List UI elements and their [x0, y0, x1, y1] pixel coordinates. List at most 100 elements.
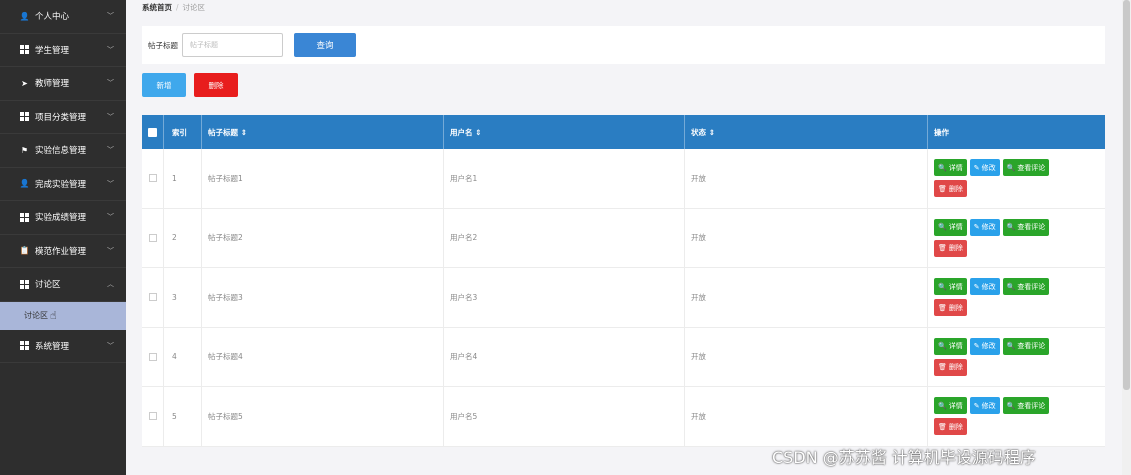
header-username[interactable]: 用户名 ⇕	[444, 115, 685, 149]
sidebar-item-label: 模范作业管理	[35, 246, 87, 257]
clipboard-icon: 📋	[19, 246, 30, 256]
op-label: 删除	[948, 244, 963, 253]
row-delete-button[interactable]: 🗑 删除	[934, 358, 967, 376]
cell-status: 开放	[685, 208, 928, 267]
sidebar-item-model-homework[interactable]: 📋 模范作业管理 ﹀	[0, 235, 126, 268]
sidebar-item-label: 教师管理	[35, 79, 70, 90]
row-delete-button[interactable]: 🗑 删除	[934, 418, 967, 436]
op-label: 查看评论	[1017, 342, 1046, 351]
view-comments-button[interactable]: 🔍 查看评论	[1002, 218, 1050, 236]
detail-button[interactable]: 🔍 详情	[934, 278, 967, 296]
cell-title: 帖子标题5	[202, 387, 444, 446]
op-label: 详情	[948, 282, 963, 291]
edit-button[interactable]: ✎ 修改	[969, 337, 1000, 355]
user-icon: 👤	[19, 11, 30, 21]
header-status[interactable]: 状态 ⇕	[685, 115, 928, 149]
ops-line: 🔍 详情 ✎ 修改 🔍 查看评论	[934, 159, 1050, 177]
cell-title: 帖子标题4	[202, 327, 444, 386]
grid-icon	[20, 45, 29, 55]
chevron-down-icon: ﹀	[107, 246, 114, 255]
op-label: 删除	[948, 303, 963, 312]
row-checkbox[interactable]	[148, 352, 157, 361]
chevron-down-icon: ﹀	[107, 79, 114, 88]
grid-icon	[20, 212, 29, 222]
sidebar-item-personal-center[interactable]: 👤 个人中心 ﹀	[0, 0, 126, 34]
detail-button[interactable]: 🔍 详情	[934, 218, 967, 236]
op-label: 修改	[981, 282, 996, 291]
trash-icon: 🗑	[938, 244, 947, 253]
cell-username: 用户名5	[444, 387, 685, 446]
sidebar-item-system-management[interactable]: 系统管理 ﹀	[0, 330, 126, 363]
detail-button[interactable]: 🔍 详情	[934, 337, 967, 355]
row-delete-button[interactable]: 🗑 删除	[934, 180, 967, 198]
sidebar-item-label: 系统管理	[35, 341, 70, 352]
breadcrumb: 系统首页 / 讨论区	[142, 1, 205, 13]
sidebar-subitem-discussion[interactable]: 讨论区 ☝	[0, 301, 126, 330]
sidebar-item-student-management[interactable]: 学生管理 ﹀	[0, 34, 126, 67]
search-icon: 🔍	[1006, 223, 1016, 232]
edit-icon: ✎	[973, 282, 980, 291]
sidebar-item-discussion[interactable]: 讨论区 ︿	[0, 268, 126, 302]
edit-button[interactable]: ✎ 修改	[969, 159, 1000, 177]
select-all-column	[142, 115, 164, 149]
op-label: 详情	[948, 163, 963, 172]
edit-icon: ✎	[973, 401, 980, 410]
add-button[interactable]: 新增	[142, 73, 186, 97]
op-label: 详情	[948, 401, 963, 410]
row-delete-button[interactable]: 🗑 删除	[934, 239, 967, 257]
cell-index: 4	[164, 327, 202, 386]
cell-operations: 🔍 详情 ✎ 修改 🔍 查看评论 🗑 删除	[928, 328, 1105, 387]
table-row: 2 帖子标题2 用户名2 开放 🔍 详情 ✎ 修改 🔍 查看评论 🗑 删除	[142, 208, 1105, 268]
table-row: 1 帖子标题1 用户名1 开放 🔍 详情 ✎ 修改 🔍 查看评论 🗑 删除	[142, 149, 1105, 209]
sidebar-item-project-category[interactable]: 项目分类管理 ﹀	[0, 101, 126, 134]
view-comments-button[interactable]: 🔍 查看评论	[1002, 159, 1050, 177]
sidebar-item-experiment-info[interactable]: ⚑ 实验信息管理 ﹀	[0, 134, 126, 168]
edit-button[interactable]: ✎ 修改	[969, 278, 1000, 296]
search-icon: 🔍	[1006, 282, 1016, 291]
chevron-down-icon: ﹀	[107, 213, 114, 222]
trash-icon: 🗑	[938, 303, 947, 312]
select-all-checkbox[interactable]	[148, 127, 157, 137]
edit-icon: ✎	[973, 223, 980, 232]
view-comments-button[interactable]: 🔍 查看评论	[1002, 337, 1050, 355]
ops-line: 🔍 详情 ✎ 修改 🔍 查看评论	[934, 397, 1050, 415]
scrollbar-thumb[interactable]	[1123, 0, 1130, 390]
search-icon: 🔍	[938, 163, 947, 172]
search-icon: 🔍	[938, 401, 947, 410]
query-button[interactable]: 查询	[294, 33, 356, 57]
row-checkbox[interactable]	[148, 233, 157, 242]
view-comments-button[interactable]: 🔍 查看评论	[1002, 278, 1050, 296]
sidebar-item-teacher-management[interactable]: ➤ 教师管理 ﹀	[0, 67, 126, 101]
send-icon: ➤	[21, 78, 28, 88]
op-label: 查看评论	[1017, 282, 1046, 291]
trash-icon: 🗑	[938, 184, 947, 193]
cell-username: 用户名2	[444, 208, 685, 267]
sidebar-item-label: 项目分类管理	[35, 112, 87, 123]
delete-button[interactable]: 删除	[194, 73, 238, 97]
search-input[interactable]	[182, 33, 283, 57]
grid-icon	[20, 112, 29, 122]
scrollbar-track[interactable]	[1122, 0, 1131, 475]
sidebar-item-label: 学生管理	[35, 45, 70, 56]
sidebar-item-experiment-scores[interactable]: 实验成绩管理 ﹀	[0, 201, 126, 235]
cell-operations: 🔍 详情 ✎ 修改 🔍 查看评论 🗑 删除	[928, 149, 1105, 208]
header-operations: 操作	[934, 127, 949, 137]
row-checkbox[interactable]	[148, 293, 157, 302]
header-title[interactable]: 帖子标题 ⇕	[202, 115, 444, 149]
sidebar-item-completed-experiments[interactable]: 👤 完成实验管理 ﹀	[0, 168, 126, 201]
edit-button[interactable]: ✎ 修改	[969, 218, 1000, 236]
op-label: 详情	[948, 223, 963, 232]
search-icon: 🔍	[938, 282, 947, 291]
header-index: 索引	[164, 115, 202, 149]
detail-button[interactable]: 🔍 详情	[934, 159, 967, 177]
row-checkbox[interactable]	[148, 174, 157, 183]
edit-button[interactable]: ✎ 修改	[969, 397, 1000, 415]
hand-cursor-icon: ☝	[50, 309, 57, 322]
row-checkbox[interactable]	[148, 412, 157, 421]
search-icon: 🔍	[938, 342, 947, 351]
detail-button[interactable]: 🔍 详情	[934, 397, 967, 415]
view-comments-button[interactable]: 🔍 查看评论	[1002, 397, 1050, 415]
breadcrumb-home[interactable]: 系统首页	[142, 2, 172, 13]
row-delete-button[interactable]: 🗑 删除	[934, 299, 967, 317]
trash-icon: 🗑	[938, 422, 947, 431]
